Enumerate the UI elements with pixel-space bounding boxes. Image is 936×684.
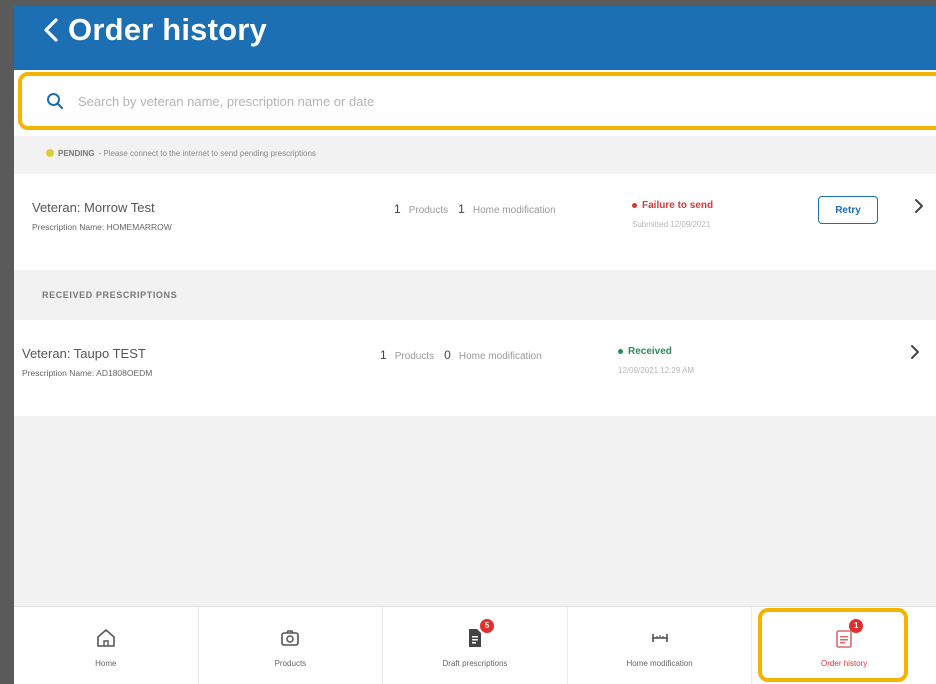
veteran-name: Veteran: Taupo TEST — [22, 346, 146, 361]
status-text: Received — [628, 346, 672, 357]
pending-status-dot — [46, 149, 54, 157]
chevron-left-icon — [44, 18, 58, 42]
products-label: Products — [408, 205, 449, 216]
item-counts: 1 Products 0 Home modification — [380, 348, 552, 362]
status-text: Failure to send — [642, 200, 714, 211]
back-button[interactable]: Order history — [42, 10, 267, 50]
tab-home-modification[interactable]: Home modification — [568, 607, 753, 684]
tab-products[interactable]: Products — [199, 607, 384, 684]
status-dot — [618, 349, 623, 354]
ruler-icon — [651, 634, 668, 642]
status-badge: Failure to send — [632, 200, 713, 211]
search-area — [14, 70, 936, 136]
tab-label: Draft prescriptions — [442, 659, 508, 668]
prescription-name: Prescription Name: AD1808OEDM — [22, 368, 153, 378]
camera-icon — [281, 630, 300, 646]
section-heading: RECEIVED PRESCRIPTIONS — [42, 290, 178, 300]
retry-button[interactable]: Retry — [818, 196, 878, 224]
tab-icon-wrap: 1 — [833, 619, 864, 649]
modifications-count: 1 — [458, 202, 465, 216]
tab-order-history[interactable]: 1 Order history — [752, 607, 936, 684]
search-box[interactable] — [18, 72, 936, 130]
modifications-label: Home modification — [458, 351, 542, 362]
modifications-count: 0 — [444, 348, 451, 362]
search-icon — [47, 93, 64, 110]
tab-home[interactable]: Home — [14, 607, 199, 684]
chevron-right-icon[interactable] — [914, 198, 924, 214]
status-date: 12/09/2021 12:29 AM — [618, 366, 695, 375]
products-count: 1 — [380, 348, 387, 362]
list-item-received-order[interactable]: Veteran: Taupo TEST Prescription Name: A… — [14, 320, 936, 416]
status-badge: Received — [618, 346, 672, 357]
status-dot — [632, 203, 637, 208]
pending-message: - Please connect to the internet to send… — [98, 148, 316, 158]
veteran-name: Veteran: Morrow Test — [32, 200, 155, 215]
tab-label: Order history — [821, 659, 868, 668]
pending-label: PENDING — [58, 148, 95, 158]
item-counts: 1 Products 1 Home modification — [394, 202, 566, 216]
notification-badge: 5 — [479, 619, 494, 633]
tab-label: Home — [95, 659, 117, 668]
tab-label: Home modification — [626, 659, 693, 668]
tab-label: Products — [274, 659, 307, 668]
status-date: Submitted 12/09/2021 — [632, 220, 711, 229]
bottom-tab-bar: Home Products 5 Draft prescriptions Home… — [14, 606, 936, 684]
modifications-label: Home modification — [472, 205, 556, 216]
home-icon — [96, 629, 115, 647]
tab-icon-wrap: 5 — [464, 619, 494, 649]
prescription-name: Prescription Name: HOMEMARROW — [32, 222, 172, 232]
tab-draft-prescriptions[interactable]: 5 Draft prescriptions — [383, 607, 568, 684]
products-label: Products — [394, 351, 435, 362]
products-count: 1 — [394, 202, 401, 216]
chevron-right-icon[interactable] — [910, 344, 920, 360]
search-input[interactable] — [76, 92, 936, 110]
page-title: Order history — [68, 12, 267, 47]
app-screen: Order history PENDING - Please connect t… — [14, 6, 936, 684]
notification-badge: 1 — [849, 619, 864, 633]
pending-notice: PENDING - Please connect to the internet… — [14, 138, 936, 168]
list-item-pending-order[interactable]: Veteran: Morrow Test Prescription Name: … — [14, 174, 936, 270]
